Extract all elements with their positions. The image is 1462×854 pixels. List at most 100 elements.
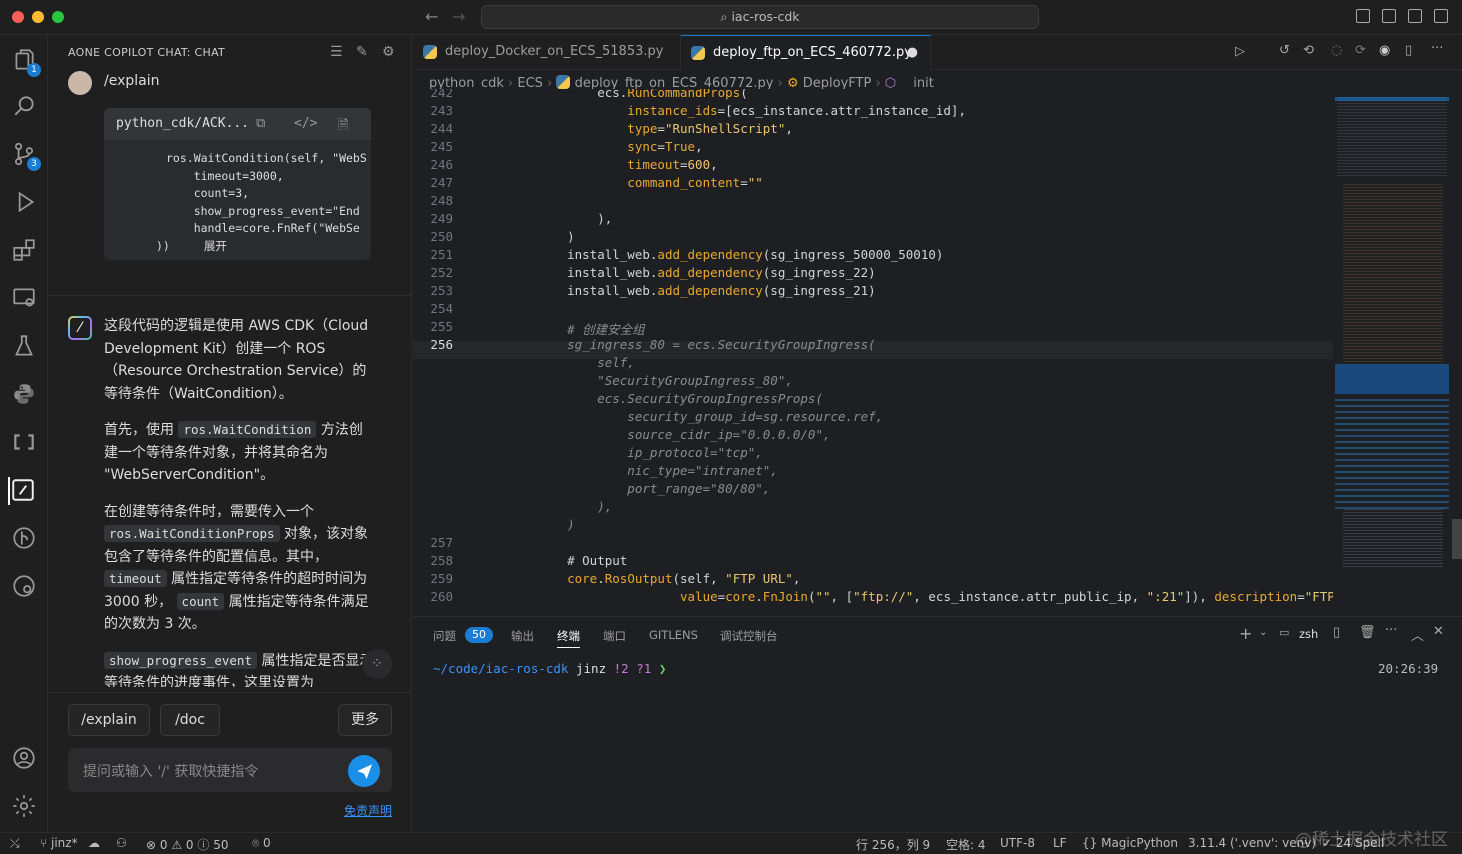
more-actions-icon[interactable]: ··· xyxy=(1385,623,1397,638)
disclaimer-link[interactable]: 免责声明 xyxy=(344,802,392,819)
new-terminal-icon[interactable]: + xyxy=(1239,624,1252,643)
search-icon[interactable] xyxy=(10,93,38,121)
terminal-shell-name[interactable]: zsh xyxy=(1299,627,1318,641)
code-row[interactable]: 253 install_web.add_dependency(sg_ingres… xyxy=(413,283,1333,305)
extensions-icon[interactable] xyxy=(10,237,38,265)
line-number: 258 xyxy=(430,553,453,568)
revert-icon[interactable]: ⟲ xyxy=(1303,43,1314,58)
copy-icon[interactable]: ⧉ xyxy=(256,116,265,131)
maximize-panel-icon[interactable]: ︿ xyxy=(1411,625,1424,644)
line-number: 257 xyxy=(430,535,453,550)
python-icon[interactable] xyxy=(10,381,38,409)
sync-icon[interactable]: ☁ xyxy=(88,836,100,850)
insert-code-icon[interactable]: </> xyxy=(294,116,317,131)
more-actions-icon[interactable]: ··· xyxy=(1431,41,1443,56)
chat-settings-gear-icon[interactable]: ⚙ xyxy=(382,44,395,60)
minimize-window-button[interactable] xyxy=(32,11,44,23)
terminal-prompt[interactable]: ~/code/iac-ros-cdk jinz !2 ?1 ❯ xyxy=(433,661,666,676)
ai-paragraph: 这段代码的逻辑是使用 AWS CDK（Cloud Development Kit… xyxy=(104,318,369,402)
gitlens-blame-icon[interactable]: ◉ xyxy=(1379,43,1390,58)
close-panel-icon[interactable]: ✕ xyxy=(1433,624,1444,639)
status-bar: ⤯ ⑂ jinz* ☁ ⚇ ⊗ 0 ⚠ 0 ⓘ 50 ⌾ 0 行 256，列 9… xyxy=(0,830,1462,854)
ai-assistant-avatar-icon: ⁄ xyxy=(68,316,92,340)
settings-gear-icon[interactable] xyxy=(10,793,38,821)
new-file-icon[interactable]: 🗎 xyxy=(338,116,348,138)
forward-arrow-icon[interactable]: → xyxy=(452,7,465,26)
tab-gitlens[interactable]: GITLENS xyxy=(649,628,698,642)
remote-indicator-icon[interactable]: ⤯ xyxy=(10,836,20,851)
close-window-button[interactable] xyxy=(12,11,24,23)
minimap[interactable] xyxy=(1333,89,1462,615)
maximize-window-button[interactable] xyxy=(52,11,64,23)
problems-status[interactable]: ⊗ 0 ⚠ 0 ⓘ 50 xyxy=(146,836,229,853)
explorer-icon[interactable]: 1 xyxy=(10,47,41,77)
code-row[interactable]: 260 value=core.FnJoin("", ["ftp://", ecs… xyxy=(413,589,1333,611)
code-editor[interactable]: 242 ecs.RunCommandProps(243 instance_ids… xyxy=(413,89,1333,615)
source-control-icon[interactable]: 3 xyxy=(10,141,41,171)
chevron-down-icon[interactable]: ⌄ xyxy=(1259,627,1267,638)
tab-ports[interactable]: 端口 xyxy=(603,628,626,644)
quick-explain-button[interactable]: /explain xyxy=(68,704,150,736)
testing-icon[interactable] xyxy=(10,333,38,361)
code-line: self, xyxy=(537,355,635,370)
tab-debug-console[interactable]: 调试控制台 xyxy=(720,628,778,644)
chat-list-icon[interactable]: ☰ xyxy=(330,44,343,60)
code-row[interactable]: 247 command_content="" xyxy=(413,175,1333,197)
gitlens-status-icon[interactable]: ⚇ xyxy=(116,836,127,850)
line-ending[interactable]: LF xyxy=(1053,836,1067,850)
toggle-sidebar-icon[interactable] xyxy=(1356,9,1370,23)
quick-more-button[interactable]: 更多 xyxy=(338,704,392,736)
quick-doc-button[interactable]: /doc xyxy=(160,704,220,736)
code-row[interactable]: ) xyxy=(413,517,1333,539)
command-center-search[interactable]: ⌕ iac-ros-cdk xyxy=(481,5,1039,29)
code-line: security_group_id=sg.resource.ref, xyxy=(537,409,884,424)
accounts-icon[interactable] xyxy=(10,745,38,773)
previous-change-icon[interactable]: ◌ xyxy=(1331,43,1342,58)
code-line: count=3, xyxy=(166,186,250,200)
braces-icon: {} xyxy=(1082,836,1102,850)
tab-output[interactable]: 输出 xyxy=(511,628,534,644)
line-number: 250 xyxy=(430,229,453,244)
language-mode[interactable]: {} MagicPython xyxy=(1082,836,1178,850)
new-chat-icon[interactable]: ✎ xyxy=(356,44,368,60)
gitlens-inspect-icon[interactable] xyxy=(10,573,38,601)
timeline-icon[interactable]: ↺ xyxy=(1279,43,1290,58)
next-change-icon[interactable]: ⟳ xyxy=(1355,43,1366,58)
expand-code-link[interactable]: 展开 xyxy=(170,239,227,253)
divider xyxy=(48,295,412,296)
kill-terminal-icon[interactable]: 🗑 xyxy=(1359,625,1376,640)
copilot-chat-icon[interactable] xyxy=(8,477,36,505)
line-number: 256 xyxy=(430,337,453,352)
python-file-icon xyxy=(691,46,705,60)
indentation[interactable]: 空格: 4 xyxy=(946,836,986,853)
customize-layout-icon[interactable] xyxy=(1434,9,1448,23)
inline-code: show_progress_event xyxy=(104,651,257,669)
toggle-panel-icon[interactable] xyxy=(1382,9,1396,23)
ports-status[interactable]: ⌾ 0 xyxy=(252,836,271,851)
tab-terminal[interactable]: 终端 xyxy=(557,628,580,648)
code-line: command_content="" xyxy=(537,175,763,190)
encoding[interactable]: UTF-8 xyxy=(1000,836,1035,850)
send-button[interactable] xyxy=(348,755,380,787)
terminal-shell-icon: ▭ xyxy=(1279,626,1290,639)
back-arrow-icon[interactable]: ← xyxy=(425,7,438,26)
line-number: 255 xyxy=(430,319,453,334)
toggle-secondary-sidebar-icon[interactable] xyxy=(1408,9,1422,23)
split-editor-icon[interactable]: ▯ xyxy=(1405,43,1412,58)
tab-deploy-ftp[interactable]: deploy_ftp_on_ECS_460772.py ● xyxy=(681,35,931,70)
scroll-fab-icon[interactable]: ⁘ xyxy=(362,649,392,679)
remote-icon[interactable] xyxy=(10,429,38,457)
run-debug-icon[interactable] xyxy=(10,189,38,217)
python-file-icon xyxy=(556,75,571,89)
cursor-position[interactable]: 行 256，列 9 xyxy=(856,836,930,853)
gitlens-icon[interactable] xyxy=(10,525,38,553)
split-terminal-icon[interactable]: ▯ xyxy=(1333,625,1340,640)
unsaved-dot-icon[interactable]: ● xyxy=(907,45,918,60)
branch-indicator[interactable]: ⑂ jinz* xyxy=(40,836,78,850)
chat-prompt-input[interactable]: 提问或输入 '/' 获取快捷指令 xyxy=(68,748,392,792)
ai-text-span: 首先，使用 xyxy=(104,422,174,438)
run-file-icon[interactable]: ▷ xyxy=(1235,44,1245,59)
remote-explorer-icon[interactable] xyxy=(10,285,38,313)
tab-problems[interactable]: 问题 xyxy=(433,628,456,644)
tab-deploy-docker[interactable]: deploy_Docker_on_ECS_51853.py xyxy=(413,35,681,70)
